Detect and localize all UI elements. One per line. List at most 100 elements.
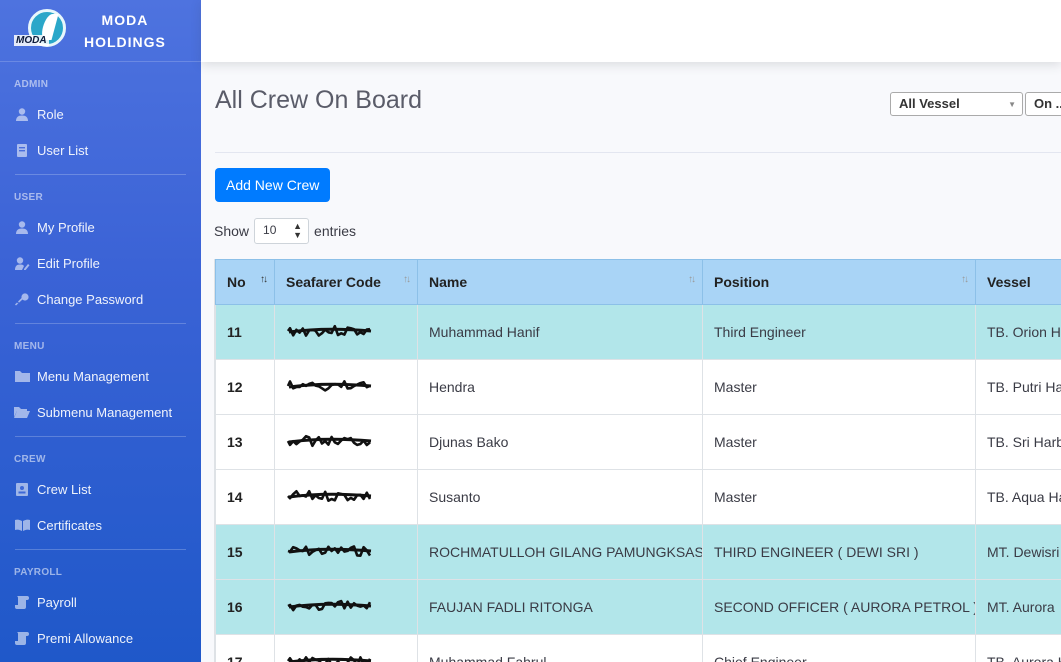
- cell-position: Chief Engineer: [702, 634, 976, 662]
- table-row[interactable]: 17 Muhammad Fahrul Chief Engineer TB. Auror…: [215, 634, 1061, 662]
- page-title: All Crew On Board: [215, 86, 423, 114]
- cell-name: Susanto: [417, 469, 703, 525]
- brand-logo: MODA: [12, 7, 68, 55]
- sidebar-item-role[interactable]: Role: [14, 96, 187, 132]
- sidebar-item-edit-profile[interactable]: Edit Profile: [14, 245, 187, 281]
- cell-no: 15: [215, 524, 275, 580]
- updown-icon: ▲ ▼: [293, 221, 303, 240]
- sidebar-item-label: Certificates: [37, 517, 103, 533]
- brand[interactable]: MODA MODA HOLDINGS: [0, 0, 201, 62]
- sidebar: MODA MODA HOLDINGS ADMIN Role User List USE…: [0, 0, 201, 662]
- sidebar-nav: ADMIN Role User List USER My Profile Edit Pro…: [0, 79, 201, 656]
- status-filter-value: On ...: [1034, 96, 1061, 111]
- column-header-name[interactable]: Name ↑↓: [417, 259, 703, 305]
- sidebar-item-label: Submenu Management: [37, 404, 173, 420]
- cell-seafarer-code: [274, 469, 418, 525]
- cell-seafarer-code: [274, 359, 418, 415]
- sidebar-heading: PAYROLL: [14, 567, 63, 578]
- sidebar-divider: [15, 436, 186, 437]
- sort-asc-icon: ↑↓: [260, 274, 268, 285]
- user-icon: [14, 220, 30, 234]
- column-header-label: Name: [429, 274, 468, 290]
- column-header-label: Position: [714, 274, 770, 290]
- cell-vessel: TB. Orion Ha: [975, 304, 1061, 360]
- vessel-filter-select[interactable]: All Vessel ▼: [890, 92, 1023, 116]
- sidebar-item-submenu-management[interactable]: Submenu Management: [14, 394, 187, 430]
- entries-length-control: Show 10 ▲ ▼ entries: [214, 218, 356, 244]
- folder-icon: [14, 369, 30, 383]
- sidebar-divider: [15, 174, 186, 175]
- redacted-code-scribble: [286, 599, 374, 617]
- cell-vessel: TB. Aurora H: [975, 634, 1061, 662]
- table-row[interactable]: 12 Hendra Master TB. Putri Har: [215, 359, 1061, 415]
- redacted-code-scribble: [286, 324, 374, 342]
- vessel-filter-value: All Vessel: [899, 96, 960, 111]
- crew-table: No ↑↓ Seafarer Code ↑↓ Name ↑↓ Position ↑↓ V…: [215, 259, 1061, 662]
- cell-position: Master: [702, 414, 976, 470]
- table-row[interactable]: 11 Muhammad Hanif Third Engineer TB. Orion …: [215, 304, 1061, 360]
- sidebar-item-my-profile[interactable]: My Profile: [14, 209, 187, 245]
- brand-name: MODA HOLDINGS: [84, 9, 166, 53]
- table-row[interactable]: 14 Susanto Master TB. Aqua Ha: [215, 469, 1061, 525]
- brand-name-line1: MODA: [101, 11, 149, 28]
- user-edit-icon: [14, 256, 30, 270]
- cell-position: THIRD ENGINEER ( DEWI SRI ): [702, 524, 976, 580]
- sidebar-item-label: User List: [37, 142, 89, 158]
- id-card-icon: [14, 482, 30, 496]
- cell-no: 13: [215, 414, 275, 470]
- table-row[interactable]: 15 ROCHMATULLOH GILANG PAMUNGKSAS THIRD EN…: [215, 524, 1061, 580]
- column-header-vessel[interactable]: Vessel: [975, 259, 1061, 305]
- cell-vessel: MT. Aurora: [975, 579, 1061, 635]
- cell-seafarer-code: [274, 579, 418, 635]
- redacted-code-scribble: [286, 544, 374, 562]
- cell-seafarer-code: [274, 414, 418, 470]
- cell-name: Hendra: [417, 359, 703, 415]
- column-header-label: No: [227, 274, 246, 290]
- sidebar-item-user-list[interactable]: User List: [14, 132, 187, 168]
- sidebar-item-label: Edit Profile: [37, 255, 100, 271]
- cell-vessel: MT. Dewisri: [975, 524, 1061, 580]
- cell-vessel: TB. Aqua Ha: [975, 469, 1061, 525]
- sidebar-section-menu: MENU Menu Management Submenu Management: [0, 341, 201, 430]
- list-icon: [14, 143, 30, 157]
- sidebar-item-menu-management[interactable]: Menu Management: [14, 358, 187, 394]
- cell-position: SECOND OFFICER ( AURORA PETROL ): [702, 579, 976, 635]
- cell-seafarer-code: [274, 524, 418, 580]
- column-header-seafarer-code[interactable]: Seafarer Code ↑↓: [274, 259, 418, 305]
- topbar: [201, 0, 1061, 62]
- scroll-icon: [14, 631, 30, 645]
- sidebar-item-premi-allowance[interactable]: Premi Allowance: [14, 620, 187, 656]
- sort-icon: ↑↓: [961, 274, 969, 285]
- book-icon: [14, 518, 30, 532]
- sidebar-section-user: USER My Profile Edit Profile Change Passwor…: [0, 192, 201, 317]
- sidebar-item-label: Role: [37, 106, 64, 122]
- cell-position: Master: [702, 359, 976, 415]
- key-icon: [14, 292, 30, 306]
- add-new-crew-button[interactable]: Add New Crew: [215, 168, 331, 202]
- cell-vessel: TB. Putri Har: [975, 359, 1061, 415]
- user-icon: [14, 107, 30, 121]
- entries-select[interactable]: 10 ▲ ▼: [254, 218, 310, 244]
- status-filter-select[interactable]: On ...: [1025, 92, 1061, 116]
- sidebar-heading: USER: [14, 192, 43, 203]
- entries-label: entries: [314, 223, 357, 239]
- sidebar-item-label: Change Password: [37, 291, 144, 307]
- sidebar-item-label: Crew List: [37, 481, 92, 497]
- sidebar-item-payroll[interactable]: Payroll: [14, 584, 187, 620]
- table-row[interactable]: 16 FAUJAN FADLI RITONGA SECOND OFFICER ( A…: [215, 579, 1061, 635]
- sidebar-section-payroll: PAYROLL Payroll Premi Allowance: [0, 567, 201, 656]
- sidebar-item-label: Premi Allowance: [37, 630, 134, 646]
- cell-name: Muhammad Fahrul: [417, 634, 703, 662]
- redacted-code-scribble: [286, 655, 374, 662]
- entries-value: 10: [263, 223, 277, 237]
- sidebar-item-crew-list[interactable]: Crew List: [14, 471, 187, 507]
- sidebar-item-change-password[interactable]: Change Password: [14, 281, 187, 317]
- show-label: Show: [214, 223, 250, 239]
- column-header-label: Seafarer Code: [286, 274, 381, 290]
- sidebar-item-certificates[interactable]: Certificates: [14, 507, 187, 543]
- table-row[interactable]: 13 Djunas BakoMasterTB. Sri Harbo: [215, 414, 1061, 470]
- column-header-position[interactable]: Position ↑↓: [702, 259, 976, 305]
- sidebar-heading: CREW: [14, 454, 46, 465]
- column-header-no[interactable]: No ↑↓: [215, 259, 275, 305]
- caret-down-icon: ▼: [1008, 100, 1016, 109]
